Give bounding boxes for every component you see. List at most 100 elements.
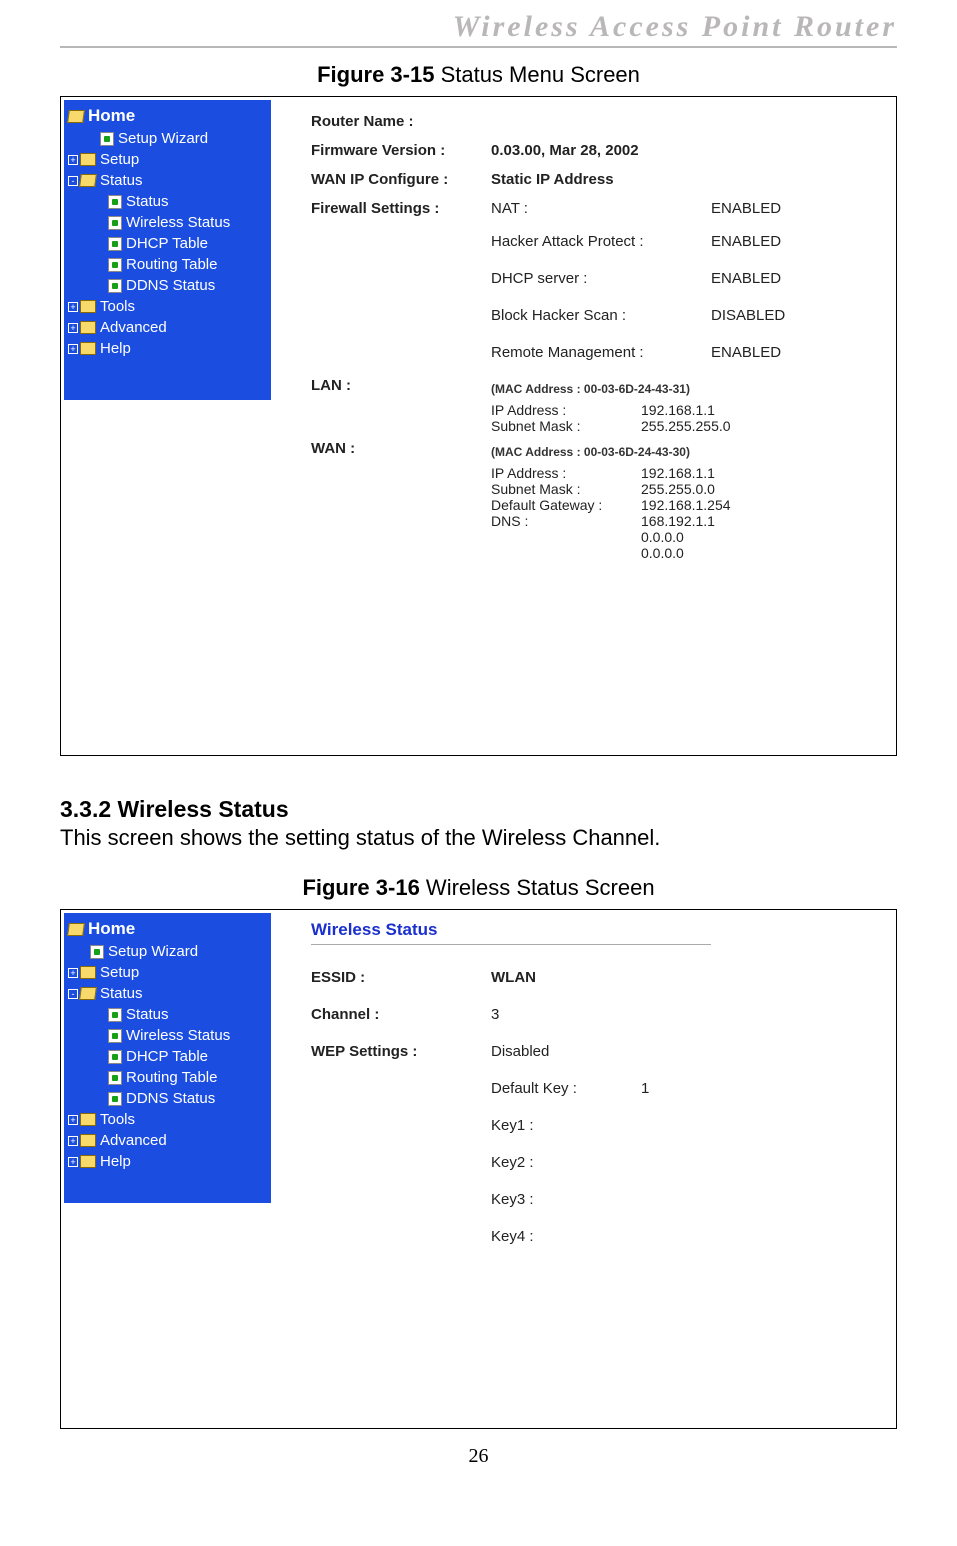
expand-icon[interactable]: + [68, 155, 78, 165]
page-number: 26 [60, 1445, 897, 1468]
nav-status-wireless[interactable]: Wireless Status [66, 1025, 271, 1046]
nav-label: Status [126, 1004, 169, 1026]
nav-label: Wireless Status [126, 1025, 230, 1047]
nav-tools[interactable]: + Tools [66, 1109, 271, 1130]
nav-sidebar: Home Setup Wizard + Setup - Status Statu… [64, 100, 271, 400]
nav-help[interactable]: + Help [66, 1151, 271, 1172]
folder-icon [80, 342, 96, 355]
figure-2-caption-bold: Figure 3-16 [302, 875, 419, 900]
nav-label: Setup Wizard [118, 128, 208, 150]
firmware-label: Firmware Version : [311, 136, 491, 165]
figure-2-caption-text: Wireless Status Screen [420, 875, 655, 900]
nav-label: Routing Table [126, 1067, 217, 1089]
nav-status[interactable]: - Status [66, 983, 271, 1004]
nav-status-ddns[interactable]: DDNS Status [66, 275, 271, 296]
nav-setup-wizard[interactable]: Setup Wizard [66, 941, 271, 962]
folder-icon [80, 1155, 96, 1168]
nav-label: Help [100, 1151, 131, 1173]
nav-status-status[interactable]: Status [66, 191, 271, 212]
title-underline [311, 944, 711, 945]
key1-label: Key1 : [491, 1117, 641, 1134]
wan-mask-value: 255.255.0.0 [641, 481, 715, 497]
channel-label: Channel : [311, 1006, 491, 1023]
nav-advanced[interactable]: + Advanced [66, 1130, 271, 1151]
nav-label: Setup [100, 962, 139, 984]
channel-value: 3 [491, 1006, 499, 1023]
expand-icon[interactable]: + [68, 323, 78, 333]
nav-status-dhcp[interactable]: DHCP Table [66, 233, 271, 254]
nav-tools[interactable]: + Tools [66, 296, 271, 317]
nav-help[interactable]: + Help [66, 338, 271, 359]
dhcp-label: DHCP server : [491, 260, 711, 297]
nav-status-routing[interactable]: Routing Table [66, 254, 271, 275]
lan-mac: (MAC Address : 00-03-6D-24-43-31) [491, 374, 886, 396]
expand-icon[interactable]: + [68, 1157, 78, 1167]
router-name-label: Router Name : [311, 107, 491, 136]
page-icon [100, 132, 114, 146]
header-rule [60, 46, 897, 48]
folder-open-icon [67, 923, 85, 936]
rm-label: Remote Management : [491, 334, 711, 371]
folder-icon [80, 153, 96, 166]
bhs-label: Block Hacker Scan : [491, 297, 711, 334]
nav-label: DDNS Status [126, 275, 215, 297]
nav-home[interactable]: Home [66, 104, 271, 128]
wan-ip-value: 192.168.1.1 [641, 465, 715, 481]
wan-gw-label: Default Gateway : [491, 497, 641, 513]
rm-value: ENABLED [711, 334, 781, 371]
wan-ip-cfg-label: WAN IP Configure : [311, 165, 491, 194]
nav-label: DHCP Table [126, 1046, 208, 1068]
default-key-label: Default Key : [491, 1080, 641, 1097]
wan-dns-label: DNS : [491, 513, 641, 529]
lan-mask-label: Subnet Mask : [491, 418, 641, 434]
folder-icon [80, 300, 96, 313]
folder-icon [80, 1134, 96, 1147]
nav-label: Advanced [100, 317, 167, 339]
document-header: Wireless Access Point Router [60, 10, 897, 46]
nav-home-label: Home [88, 917, 135, 942]
collapse-icon[interactable]: - [68, 989, 78, 999]
collapse-icon[interactable]: - [68, 176, 78, 186]
expand-icon[interactable]: + [68, 1136, 78, 1146]
folder-icon [80, 1113, 96, 1126]
nav-label: Setup [100, 149, 139, 171]
nav-status-wireless[interactable]: Wireless Status [66, 212, 271, 233]
expand-icon[interactable]: + [68, 344, 78, 354]
figure-1-screenshot: Home Setup Wizard + Setup - Status Statu… [60, 96, 897, 756]
lan-ip-value: 192.168.1.1 [641, 402, 715, 418]
figure-1-caption-text: Status Menu Screen [434, 62, 639, 87]
folder-open-icon [79, 174, 97, 187]
page-icon [108, 1008, 122, 1022]
page-icon [108, 1029, 122, 1043]
nav-home-label: Home [88, 104, 135, 129]
nav-label: DDNS Status [126, 1088, 215, 1110]
nav-status-status[interactable]: Status [66, 1004, 271, 1025]
status-content: Router Name : Firmware Version : 0.03.00… [281, 107, 886, 561]
nav-advanced[interactable]: + Advanced [66, 317, 271, 338]
nav-label: Tools [100, 1109, 135, 1131]
router-name-value [491, 107, 711, 136]
nav-status-routing[interactable]: Routing Table [66, 1067, 271, 1088]
nav-setup[interactable]: + Setup [66, 149, 271, 170]
expand-icon[interactable]: + [68, 302, 78, 312]
nav-label: Tools [100, 296, 135, 318]
page-icon [108, 1092, 122, 1106]
folder-open-icon [79, 987, 97, 1000]
essid-value: WLAN [491, 969, 536, 986]
nav-status-dhcp[interactable]: DHCP Table [66, 1046, 271, 1067]
nav-setup-wizard[interactable]: Setup Wizard [66, 128, 271, 149]
expand-icon[interactable]: + [68, 1115, 78, 1125]
page-icon [108, 216, 122, 230]
nav-status[interactable]: - Status [66, 170, 271, 191]
firmware-value: 0.03.00, Mar 28, 2002 [491, 136, 711, 165]
figure-1-caption-bold: Figure 3-15 [317, 62, 434, 87]
expand-icon[interactable]: + [68, 968, 78, 978]
nat-value: ENABLED [711, 194, 781, 223]
nat-label: NAT : [491, 194, 711, 223]
wan-ip-label: IP Address : [491, 465, 641, 481]
nav-status-ddns[interactable]: DDNS Status [66, 1088, 271, 1109]
nav-setup[interactable]: + Setup [66, 962, 271, 983]
nav-home[interactable]: Home [66, 917, 271, 941]
panel-title: Wireless Status [311, 920, 886, 940]
hap-value: ENABLED [711, 223, 781, 260]
